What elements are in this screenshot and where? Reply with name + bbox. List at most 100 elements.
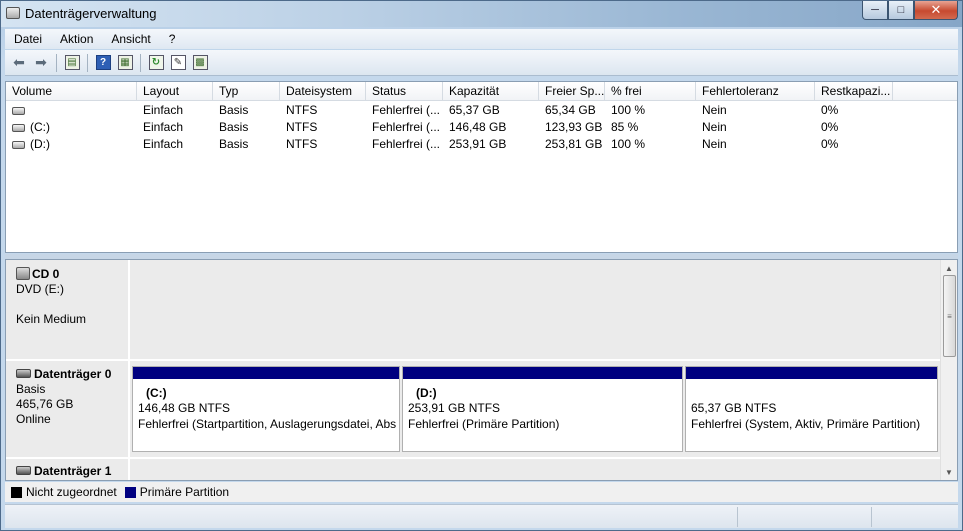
back-button[interactable]: ⬅: [8, 53, 30, 73]
refresh-icon: ↻: [148, 55, 164, 70]
scrollbar-thumb[interactable]: ≡: [943, 275, 956, 357]
export-list-button[interactable]: ▩: [189, 53, 211, 73]
overhead-cell: 0%: [821, 103, 839, 117]
primary-partition-swatch: [124, 486, 136, 498]
volume-row[interactable]: (D:) Einfach Basis NTFS Fehlerfrei (... …: [6, 136, 957, 153]
partition-label: (D:): [416, 386, 437, 400]
forward-arrow-icon: ➡: [35, 54, 47, 70]
disk-info-cd0[interactable]: CD 0 DVD (E:) Kein Medium: [6, 260, 130, 359]
column-header-volume[interactable]: Volume: [6, 82, 137, 101]
free-space-cell: 123,93 GB: [545, 120, 603, 134]
legend-unallocated: Nicht zugeordnet: [26, 485, 117, 499]
status-cell: Fehlerfrei (...: [372, 137, 441, 151]
column-header-percent-free[interactable]: % frei: [605, 82, 696, 101]
menu-help[interactable]: ?: [160, 32, 185, 46]
disk-body-disk1[interactable]: [132, 459, 940, 480]
column-header-fault-tolerance[interactable]: Fehlertoleranz: [696, 82, 815, 101]
maximize-button[interactable]: □: [888, 1, 914, 20]
volume-row[interactable]: Einfach Basis NTFS Fehlerfrei (... 65,37…: [6, 102, 957, 119]
column-header-overhead[interactable]: Restkapazi...: [815, 82, 893, 101]
disk-type: Basis: [16, 382, 46, 396]
filesystem-cell: NTFS: [286, 137, 318, 151]
overhead-cell: 0%: [821, 137, 839, 151]
column-header-type[interactable]: Typ: [213, 82, 280, 101]
help-icon: ?: [95, 55, 111, 70]
partition-size: 253,91 GB NTFS: [408, 401, 501, 415]
disk-state: Online: [16, 412, 51, 426]
close-button[interactable]: ✕: [914, 1, 958, 20]
scroll-up-arrow-icon: ▲: [945, 263, 953, 273]
partition-size: 146,48 GB NTFS: [138, 401, 231, 415]
drive-icon: [12, 141, 25, 149]
partition-d[interactable]: (D:) 253,91 GB NTFS Fehlerfrei (Primäre …: [402, 366, 683, 452]
partition-c[interactable]: (C:) 146,48 GB NTFS Fehlerfrei (Startpar…: [132, 366, 400, 452]
volume-cell: [6, 102, 137, 119]
disk-management-app-icon[interactable]: [6, 7, 20, 19]
scroll-down-arrow-icon: ▼: [945, 467, 953, 477]
menu-ansicht[interactable]: Ansicht: [102, 32, 159, 46]
volume-name: (D:): [30, 137, 50, 151]
fault-tolerance-cell: Nein: [702, 137, 727, 151]
column-header-status[interactable]: Status: [366, 82, 443, 101]
partition-status: Fehlerfrei (Startpartition, Auslagerungs…: [138, 417, 397, 431]
disk-info-disk0[interactable]: Datenträger 0 Basis 465,76 GB Online: [6, 361, 130, 457]
title-bar[interactable]: Datenträgerverwaltung ─ □ ✕: [1, 1, 962, 27]
grip-icon: ≡: [947, 311, 952, 321]
console-tree-button[interactable]: ▤: [61, 53, 83, 73]
column-header-layout[interactable]: Layout: [137, 82, 213, 101]
refresh-button[interactable]: ↻: [145, 53, 167, 73]
type-cell: Basis: [219, 120, 249, 134]
disk-name: Datenträger 1: [34, 464, 112, 478]
primary-partition-bar: [686, 367, 937, 379]
volume-name: (C:): [30, 120, 50, 134]
disk-view-scrollbar[interactable]: ▲ ≡ ▼: [940, 260, 957, 480]
column-header-filesystem[interactable]: Dateisystem: [280, 82, 366, 101]
primary-partition-bar: [133, 367, 399, 379]
drive-icon: [12, 124, 25, 132]
window-controls: ─ □ ✕: [862, 1, 958, 20]
forward-button[interactable]: ➡: [30, 53, 52, 73]
fault-tolerance-cell: Nein: [702, 120, 727, 134]
scroll-down-button[interactable]: ▼: [941, 464, 957, 480]
toolbar: ⬅ ➡ ▤ ? ▦ ↻ ✎ ▩: [5, 50, 958, 76]
partition-system[interactable]: 65,37 GB NTFS Fehlerfrei (System, Aktiv,…: [685, 366, 938, 452]
column-header-free-space[interactable]: Freier Sp...: [539, 82, 605, 101]
help-button[interactable]: ?: [92, 53, 114, 73]
toolbar-separator: [140, 53, 141, 72]
menu-bar: Datei Aktion Ansicht ?: [5, 29, 958, 49]
capacity-cell: 146,48 GB: [449, 120, 507, 134]
layout-cell: Einfach: [143, 120, 184, 134]
toolbar-separator: [56, 53, 57, 72]
capacity-cell: 65,37 GB: [449, 103, 500, 117]
toolbar-separator: [87, 53, 88, 72]
status-cell: Fehlerfrei (...: [372, 120, 441, 134]
properties-button[interactable]: ✎: [167, 53, 189, 73]
volume-cell: (D:): [6, 136, 137, 153]
free-space-cell: 65,34 GB: [545, 103, 596, 117]
layout-cell: Einfach: [143, 103, 184, 117]
disk-body-cd0[interactable]: [132, 260, 940, 359]
capacity-cell: 253,91 GB: [449, 137, 507, 151]
partition-status: Fehlerfrei (Primäre Partition): [408, 417, 560, 431]
volume-list-header: Volume Layout Typ Dateisystem Status Kap…: [6, 82, 957, 101]
properties-icon: ✎: [170, 55, 186, 70]
disk-name: Datenträger 0: [34, 367, 112, 381]
menu-aktion[interactable]: Aktion: [51, 32, 102, 46]
disk-row-disk1: Datenträger 1: [6, 459, 940, 480]
disk-info-disk1[interactable]: Datenträger 1: [6, 459, 130, 480]
console-tree-icon: ▤: [64, 55, 80, 70]
status-bar: [5, 504, 958, 528]
action-pane-button[interactable]: ▦: [114, 53, 136, 73]
minimize-button[interactable]: ─: [862, 1, 888, 20]
status-cell: [737, 507, 871, 527]
disk-drive-letter: DVD (E:): [16, 282, 64, 296]
column-header-capacity[interactable]: Kapazität: [443, 82, 539, 101]
menu-datei[interactable]: Datei: [5, 32, 51, 46]
hard-disk-icon: [16, 466, 31, 475]
maximize-icon: □: [897, 4, 905, 16]
volume-cell: (C:): [6, 119, 137, 136]
disk-body-disk0: (C:) 146,48 GB NTFS Fehlerfrei (Startpar…: [132, 361, 940, 457]
unallocated-swatch: [11, 486, 22, 498]
scroll-up-button[interactable]: ▲: [941, 260, 957, 276]
volume-row[interactable]: (C:) Einfach Basis NTFS Fehlerfrei (... …: [6, 119, 957, 136]
